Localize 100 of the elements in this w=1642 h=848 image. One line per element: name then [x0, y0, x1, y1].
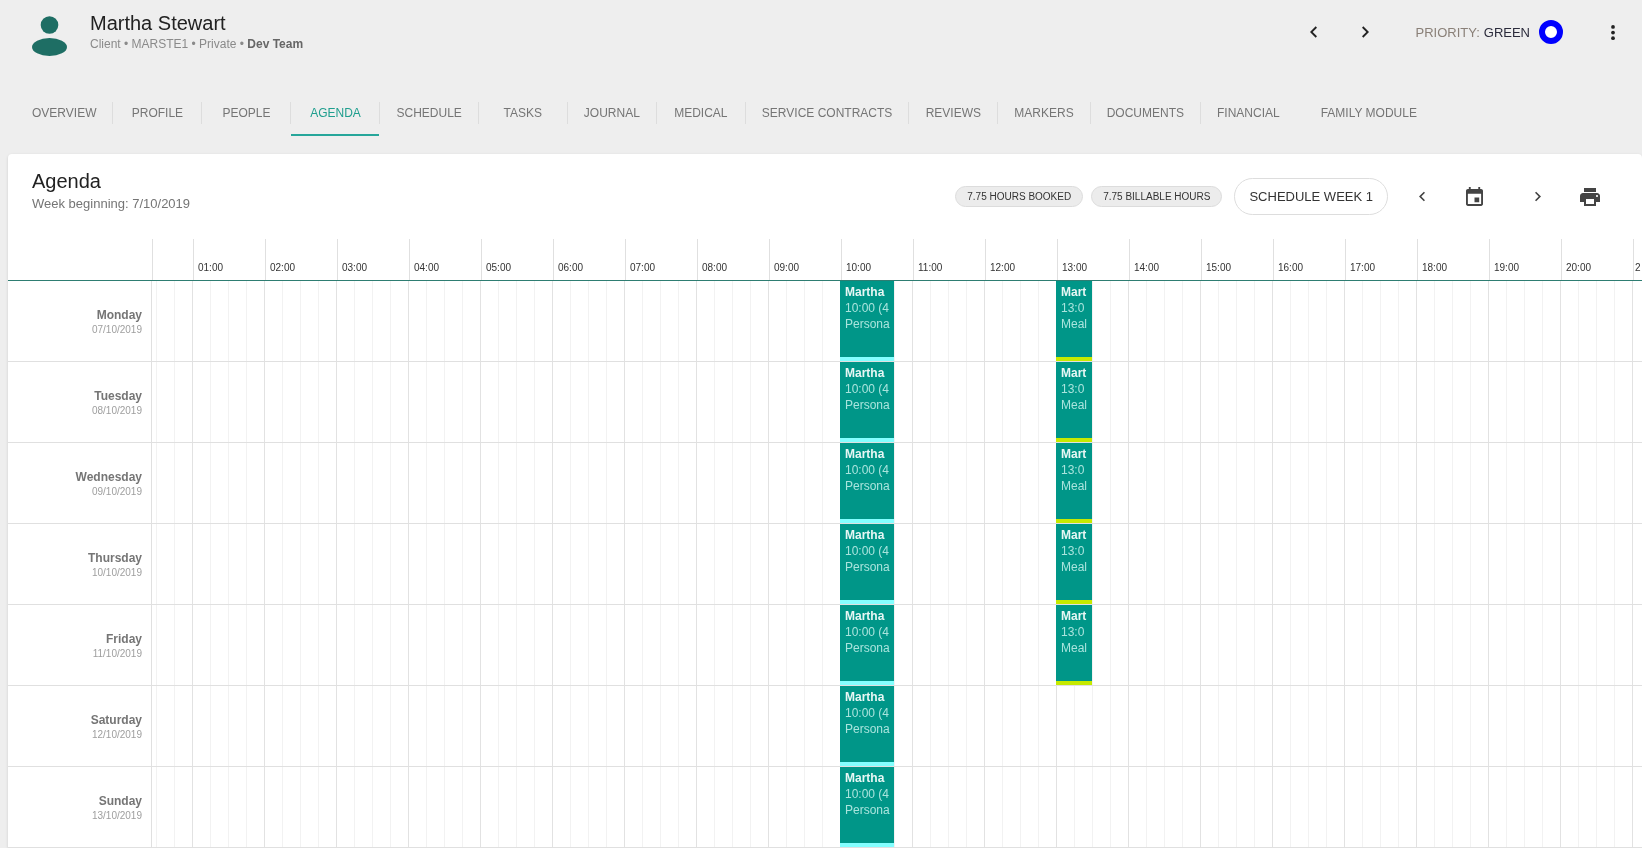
- hour-label: 14:00: [1134, 262, 1160, 274]
- event-block[interactable]: Mart 13:0 Meal: [1056, 605, 1092, 685]
- day-date: 12/10/2019: [91, 727, 142, 741]
- tab[interactable]: PROFILE: [113, 90, 202, 136]
- ring-icon: [1539, 20, 1563, 44]
- summary-chip: 7.75 BILLABLE HOURS: [1091, 186, 1223, 207]
- chevron-right-icon: [1535, 191, 1541, 202]
- event-title: Martha: [845, 446, 886, 462]
- tab[interactable]: OVERVIEW: [16, 90, 113, 136]
- hour-label: 20:00: [1566, 262, 1592, 274]
- event-detail: Persona: [845, 640, 891, 656]
- event-block[interactable]: Martha 10:00 (4 Persona: [840, 686, 894, 766]
- event-detail: Persona: [845, 721, 891, 737]
- tab[interactable]: TASKS: [478, 90, 567, 136]
- event-block[interactable]: Martha 10:00 (4 Persona: [840, 767, 894, 847]
- day-name: Wednesday: [75, 468, 142, 485]
- event-time: 13:0: [1061, 381, 1086, 397]
- hour-label: 19:00: [1494, 262, 1520, 274]
- hour-label: 18:00: [1422, 262, 1448, 274]
- hour-label: 16:00: [1278, 262, 1304, 274]
- schedule-week-button[interactable]: SCHEDULE WEEK 1: [1234, 178, 1388, 215]
- event-block[interactable]: Martha 10:00 (4 Persona: [840, 281, 894, 361]
- event-time: 10:00 (4: [845, 543, 891, 559]
- event-time: 13:0: [1061, 543, 1086, 559]
- event-time: 13:0: [1061, 462, 1086, 478]
- event-detail: Persona: [845, 478, 891, 494]
- day-date: 07/10/2019: [91, 322, 142, 336]
- hour-label: 08:00: [702, 262, 728, 274]
- day-date: 09/10/2019: [91, 484, 142, 498]
- agenda-title: Agenda: [32, 169, 102, 193]
- hour-label: 02:00: [270, 262, 296, 274]
- event-detail: Persona: [845, 802, 891, 818]
- event-block[interactable]: Martha 10:00 (4 Persona: [840, 605, 894, 685]
- event-detail: Meal: [1061, 559, 1088, 575]
- day-name: Thursday: [88, 549, 142, 566]
- event-title: Martha: [845, 689, 886, 705]
- tab[interactable]: JOURNAL: [567, 90, 656, 136]
- hour-label: 10:00: [846, 262, 872, 274]
- event-block[interactable]: Martha 10:00 (4 Persona: [840, 443, 894, 523]
- tab[interactable]: DOCUMENTS: [1090, 90, 1200, 136]
- chevron-left-icon: [1419, 191, 1425, 202]
- hour-label: 12:00: [990, 262, 1016, 274]
- event-block[interactable]: Martha 10:00 (4 Persona: [840, 524, 894, 604]
- tab[interactable]: SCHEDULE: [380, 90, 478, 136]
- day-date: 08/10/2019: [91, 403, 142, 417]
- hour-label: 17:00: [1350, 262, 1376, 274]
- event-detail: Meal: [1061, 640, 1088, 656]
- calendar-icon: [1465, 187, 1483, 206]
- event-block[interactable]: Mart 13:0 Meal: [1056, 443, 1092, 523]
- day-date: 10/10/2019: [91, 565, 142, 579]
- tab[interactable]: FINANCIAL: [1201, 90, 1296, 136]
- priority-value: GREEN: [1483, 24, 1530, 40]
- event-time: 10:00 (4: [845, 381, 891, 397]
- event-time: 10:00 (4: [845, 705, 891, 721]
- event-detail: Persona: [845, 316, 891, 332]
- hour-label: 04:00: [414, 262, 440, 274]
- hour-label: 09:00: [774, 262, 800, 274]
- hour-label: 11:00: [918, 262, 943, 274]
- day-date: 13/10/2019: [91, 808, 142, 822]
- chevron-left-icon: [1309, 26, 1317, 38]
- hour-label: 15:00: [1206, 262, 1232, 274]
- tab[interactable]: MEDICAL: [656, 90, 745, 136]
- tab[interactable]: MARKERS: [998, 90, 1090, 136]
- hour-label: 05:00: [486, 262, 512, 274]
- hour-label: 2: [1635, 262, 1641, 274]
- event-detail: Meal: [1061, 316, 1088, 332]
- event-block[interactable]: Mart 13:0 Meal: [1056, 524, 1092, 604]
- event-detail: Meal: [1061, 478, 1088, 494]
- event-title: Mart: [1061, 608, 1088, 624]
- tab[interactable]: FAMILY MODULE: [1304, 90, 1433, 136]
- event-block[interactable]: Martha 10:00 (4 Persona: [840, 362, 894, 442]
- hour-label: 06:00: [558, 262, 584, 274]
- tab[interactable]: REVIEWS: [909, 90, 998, 136]
- event-title: Martha: [845, 284, 886, 300]
- summary-chip: 7.75 HOURS BOOKED: [955, 186, 1084, 207]
- client-name: Martha Stewart: [90, 11, 227, 35]
- event-time: 13:0: [1061, 300, 1086, 316]
- event-detail: Persona: [845, 559, 891, 575]
- tab[interactable]: SERVICE CONTRACTS: [745, 90, 909, 136]
- event-block[interactable]: Mart 13:0 Meal: [1056, 362, 1092, 442]
- tab[interactable]: PEOPLE: [202, 90, 291, 136]
- event-title: Mart: [1061, 284, 1088, 300]
- event-time: 10:00 (4: [845, 624, 891, 640]
- event-time: 10:00 (4: [845, 786, 891, 802]
- chevron-right-icon: [1361, 26, 1369, 38]
- week-label: Week beginning: 7/10/2019: [32, 195, 191, 213]
- hour-label: 13:00: [1062, 262, 1088, 274]
- avatar-icon: [32, 16, 67, 56]
- event-title: Mart: [1061, 365, 1088, 381]
- event-title: Mart: [1061, 527, 1088, 543]
- event-title: Martha: [845, 365, 886, 381]
- day-date: 11/10/2019: [92, 646, 142, 660]
- day-name: Friday: [106, 630, 142, 647]
- more-icon: [1611, 24, 1615, 40]
- priority-label: PRIORITY:: [1415, 24, 1480, 40]
- hour-label: 01:00: [198, 262, 224, 274]
- event-block[interactable]: Mart 13:0 Meal: [1056, 281, 1092, 361]
- day-name: Saturday: [90, 711, 142, 728]
- event-title: Mart: [1061, 446, 1088, 462]
- event-title: Martha: [845, 527, 886, 543]
